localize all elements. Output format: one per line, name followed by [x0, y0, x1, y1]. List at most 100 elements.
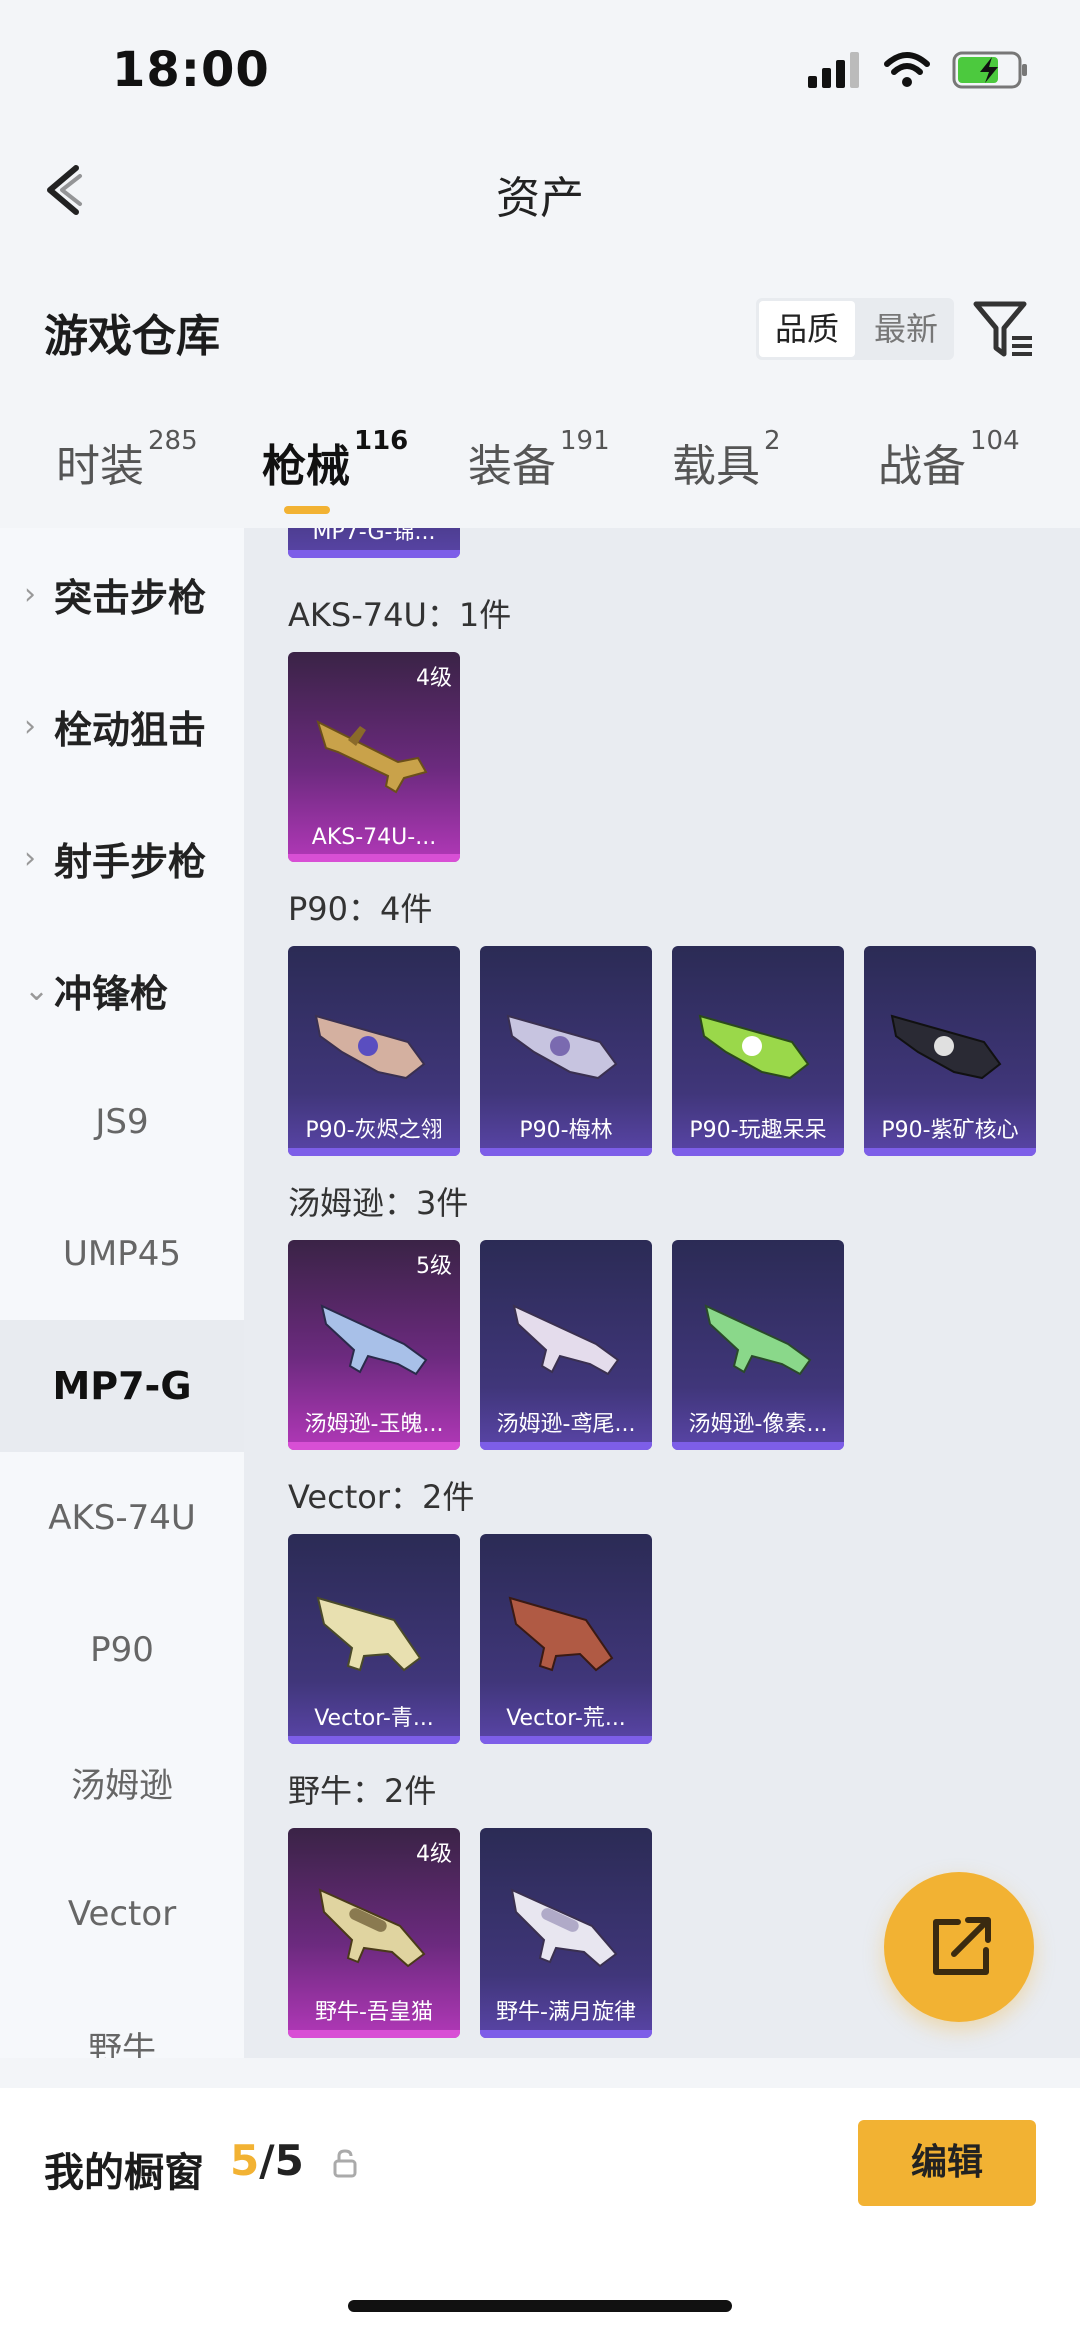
weapon-card-name: 汤姆逊-玉魄...: [304, 1412, 444, 1437]
sidebar-item-aks74u[interactable]: AKS-74U: [0, 1452, 244, 1584]
share-button[interactable]: [884, 1872, 1034, 2022]
tab-count: 285: [148, 426, 198, 456]
showcase-total: /5: [259, 2136, 304, 2185]
sidebar-item-p90[interactable]: P90: [0, 1584, 244, 1716]
weapon-card[interactable]: P90-紫矿核心: [864, 946, 1036, 1156]
weapon-card-name: 野牛-满月旋律: [496, 2000, 636, 2025]
showcase-label: 我的橱窗: [44, 2150, 204, 2196]
weapon-card[interactable]: Vector-荒...: [480, 1534, 652, 1744]
smg-icon: [316, 1596, 422, 1672]
smg-icon: [698, 1014, 810, 1080]
weapon-card-name: 汤姆逊-鸢尾...: [496, 1412, 636, 1437]
weapon-card-name: P90-玩趣呆呆: [689, 1118, 827, 1143]
quality-bar: [288, 1736, 460, 1744]
warehouse-title: 游戏仓库: [44, 311, 220, 362]
weapon-card[interactable]: MP7-G-锦...: [288, 528, 460, 558]
sort-newest-option[interactable]: 最新: [858, 298, 954, 360]
quality-bar: [480, 1736, 652, 1744]
tab-fashion[interactable]: 时装 285: [56, 426, 198, 494]
sidebar-item-marksman-rifle[interactable]: › 射手步枪: [0, 792, 244, 924]
smg-icon: [320, 1304, 428, 1376]
group-label: 野牛：2件: [288, 1772, 437, 1810]
smg-icon: [318, 1888, 426, 1968]
sidebar-item-js9[interactable]: JS9: [0, 1056, 244, 1188]
page-title: 资产: [496, 173, 584, 224]
quality-bar: [480, 1148, 652, 1156]
smg-icon: [506, 1014, 618, 1080]
weapon-card[interactable]: P90-玩趣呆呆: [672, 946, 844, 1156]
level-badge: 4级: [416, 666, 452, 691]
quality-bar: [288, 550, 460, 558]
showcase-count: 5/5: [230, 2136, 304, 2185]
smg-icon: [512, 1304, 620, 1376]
battery-icon: [952, 51, 1027, 89]
weapon-card[interactable]: P90-灰烬之翎: [288, 946, 460, 1156]
weapon-card-name: P90-灰烬之翎: [305, 1118, 443, 1143]
chevron-down-icon: ⌄: [24, 972, 50, 1008]
sidebar-item-bizon[interactable]: 野牛: [0, 1980, 244, 2059]
sidebar-item-assault-rifle[interactable]: › 突击步枪: [0, 528, 244, 660]
lock-icon: [333, 2149, 357, 2178]
quality-bar: [288, 2030, 460, 2038]
filter-icon[interactable]: [972, 298, 1034, 360]
tab-count: 191: [560, 426, 610, 456]
edit-button[interactable]: 编辑: [858, 2120, 1036, 2206]
tab-label: 载具: [672, 441, 760, 492]
tab-label: 装备: [468, 441, 556, 492]
status-time: 18:00: [112, 42, 270, 98]
quality-bar: [864, 1148, 1036, 1156]
smg-icon: [508, 1596, 614, 1672]
sidebar-item-label: 冲锋枪: [54, 971, 169, 1016]
weapon-grid: MP7-G-锦... AKS-74U：1件 4级 AKS-74U-... P90…: [244, 528, 1080, 2058]
category-tabs: 时装 285 枪械 116 装备 191 载具 2 战备 104: [0, 426, 1080, 530]
sidebar-item-label: 突击步枪: [54, 575, 207, 620]
quality-bar: [288, 1148, 460, 1156]
sidebar-item-vector[interactable]: Vector: [0, 1848, 244, 1980]
weapon-card-name: 野牛-吾皇猫: [315, 2000, 433, 2025]
weapon-card[interactable]: P90-梅林: [480, 946, 652, 1156]
tab-firearms[interactable]: 枪械 116: [262, 426, 408, 494]
tab-label: 时装: [56, 441, 144, 492]
group-label: 汤姆逊：3件: [288, 1184, 469, 1222]
weapon-card-name: P90-紫矿核心: [881, 1118, 1019, 1143]
weapon-card-name: Vector-荒...: [506, 1706, 626, 1731]
rifle-icon: [316, 720, 428, 794]
share-external-icon: [933, 1917, 991, 1975]
sidebar-item-thompson[interactable]: 汤姆逊: [0, 1716, 244, 1848]
smg-icon: [890, 1014, 1002, 1080]
chevron-right-icon: ›: [24, 840, 36, 876]
weapon-card[interactable]: 汤姆逊-像素...: [672, 1240, 844, 1450]
weapon-card[interactable]: 汤姆逊-鸢尾...: [480, 1240, 652, 1450]
smg-icon: [510, 1888, 618, 1968]
level-badge: 4级: [416, 1842, 452, 1867]
level-badge: 5级: [416, 1254, 452, 1279]
home-indicator: [348, 2300, 732, 2312]
tab-equipment[interactable]: 装备 191: [468, 426, 610, 494]
weapon-card[interactable]: 4级 AKS-74U-...: [288, 652, 460, 862]
tab-label: 战备: [878, 441, 966, 492]
group-label: AKS-74U：1件: [288, 596, 512, 634]
weapon-card[interactable]: Vector-青...: [288, 1534, 460, 1744]
weapon-card[interactable]: 4级 野牛-吾皇猫: [288, 1828, 460, 2038]
tab-supplies[interactable]: 战备 104: [878, 426, 1020, 494]
sidebar-item-smg[interactable]: ⌄ 冲锋枪: [0, 924, 244, 1056]
sidebar-item-label: 栓动狙击: [54, 707, 207, 752]
sidebar-item-bolt-sniper[interactable]: › 栓动狙击: [0, 660, 244, 792]
quality-bar: [288, 1442, 460, 1450]
sort-quality-option[interactable]: 品质: [759, 301, 856, 357]
showcase-current: 5: [230, 2136, 260, 2185]
sidebar-item-mp7g[interactable]: MP7-G: [0, 1320, 244, 1452]
weapon-card[interactable]: 5级 汤姆逊-玉魄...: [288, 1240, 460, 1450]
chevron-right-icon: ›: [24, 576, 36, 612]
status-icons: [808, 48, 1028, 92]
sidebar-item-ump45[interactable]: UMP45: [0, 1188, 244, 1320]
weapon-card-name: 汤姆逊-像素...: [688, 1412, 828, 1437]
weapon-card-name: Vector-青...: [314, 1706, 434, 1731]
quality-bar: [288, 854, 460, 862]
tab-indicator: [284, 506, 330, 514]
tab-vehicles[interactable]: 载具 2: [672, 426, 781, 494]
weapon-card[interactable]: 野牛-满月旋律: [480, 1828, 652, 2038]
quality-bar: [672, 1148, 844, 1156]
quality-bar: [480, 1442, 652, 1450]
wifi-icon: [884, 52, 930, 87]
